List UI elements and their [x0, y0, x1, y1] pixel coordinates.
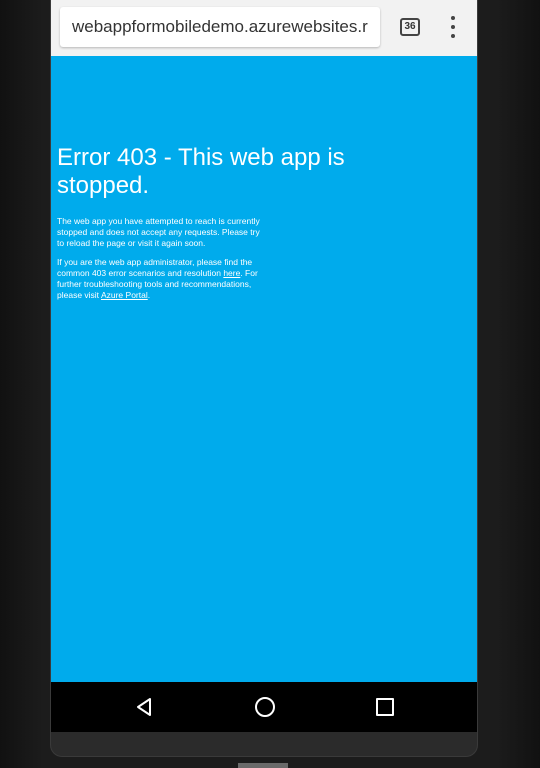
error-description: The web app you have attempted to reach … [57, 216, 260, 248]
tab-switcher-icon[interactable]: 36 [400, 18, 420, 36]
azure-portal-link[interactable]: Azure Portal [101, 290, 148, 300]
admin-help-text-end: . [147, 290, 151, 300]
more-vert-icon[interactable] [447, 16, 459, 38]
back-triangle-icon[interactable] [135, 697, 153, 717]
menu-dot [451, 25, 455, 29]
browser-toolbar: webappformobiledemo.azurewebsites.r 36 [51, 0, 477, 56]
recent-apps-square-icon[interactable] [376, 698, 394, 716]
bottom-handle [238, 763, 288, 768]
android-nav-bar [51, 682, 477, 732]
menu-dot [451, 34, 455, 38]
menu-dot [451, 16, 455, 20]
page-content: Error 403 - This web app is stopped. The… [51, 56, 477, 682]
admin-help-text: If you are the web app administrator, pl… [57, 257, 262, 301]
home-circle-icon[interactable] [255, 697, 275, 717]
page-title: Error 403 - This web app is stopped. [57, 144, 345, 199]
address-bar[interactable]: webappformobiledemo.azurewebsites.r [60, 7, 380, 47]
screen: webappformobiledemo.azurewebsites.r 36 E… [0, 0, 540, 768]
here-link[interactable]: here [223, 268, 240, 278]
phone-frame: webappformobiledemo.azurewebsites.r 36 E… [50, 0, 478, 757]
